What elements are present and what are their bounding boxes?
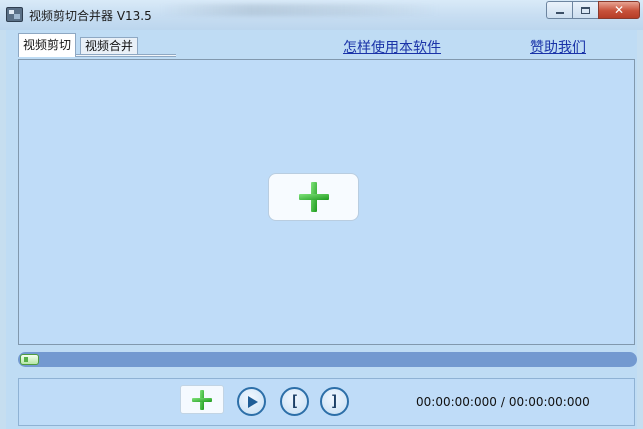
client-area: 视频剪切 视频合并 怎样使用本软件 赞助我们 [] 00:00:00:000 … [6,30,637,429]
donate-link[interactable]: 赞助我们 [530,37,586,57]
maximize-icon [581,6,590,14]
progress-slider[interactable] [18,352,637,367]
current-time: 00:00:00:000 [416,395,497,409]
window-controls: ✕ [546,1,640,19]
left-bracket-icon: [ [289,392,300,410]
window-title: 视频剪切合并器 V13.5 [29,9,152,23]
play-button[interactable] [237,387,266,416]
close-icon: ✕ [613,3,625,17]
add-file-button[interactable] [180,385,224,414]
title-bar: 视频剪切合并器 V13.5 ✕ [0,0,643,30]
blurred-title-region [160,4,440,16]
green-plus-icon [298,182,329,212]
green-plus-icon [192,389,212,410]
time-separator: / [500,395,505,409]
minimize-button[interactable] [546,1,572,19]
total-time: 00:00:00:000 [508,395,590,409]
control-panel: [ ] 00:00:00:000/00:00:00:000 [18,378,635,426]
time-readout: 00:00:00:000/00:00:00:000 [416,395,590,409]
maximize-button[interactable] [572,1,598,19]
mark-in-button[interactable]: [ [280,387,309,416]
video-preview-area [18,59,635,345]
minimize-icon [555,11,564,14]
app-icon [6,7,23,22]
how-to-use-link[interactable]: 怎样使用本软件 [343,37,441,57]
play-icon [247,395,258,408]
close-button[interactable]: ✕ [598,1,640,19]
right-bracket-icon: ] [329,392,340,410]
mark-out-button[interactable]: ] [320,387,349,416]
tab-video-merge[interactable]: 视频合并 [80,37,139,55]
progress-slider-handle[interactable] [20,354,39,365]
window-right-border [637,30,643,429]
add-video-button[interactable] [268,173,359,221]
tab-video-cut[interactable]: 视频剪切 [18,33,77,57]
